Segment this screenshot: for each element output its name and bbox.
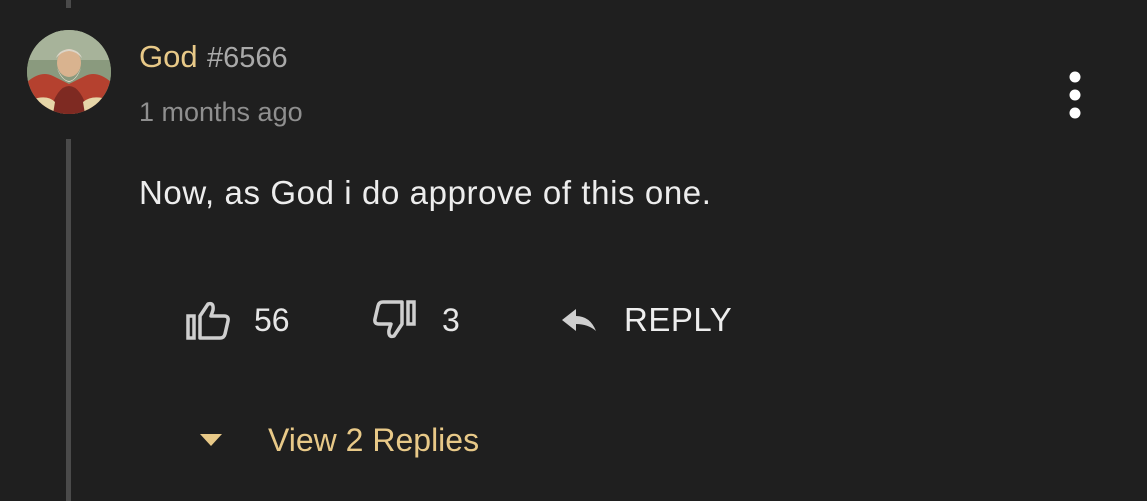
comment-timestamp: 1 months ago: [139, 97, 303, 127]
like-count: 56: [254, 301, 290, 338]
thumbs-down-icon: [372, 300, 420, 340]
view-replies-label: View 2 Replies: [268, 421, 480, 458]
thumbs-up-icon: [184, 300, 232, 340]
author-tag: #6566: [207, 42, 288, 74]
author-name[interactable]: God: [139, 39, 198, 75]
dislike-count: 3: [442, 301, 460, 338]
like-button[interactable]: 56: [184, 298, 290, 342]
reply-label: REPLY: [624, 301, 733, 338]
reply-button[interactable]: REPLY: [560, 298, 732, 342]
dislike-button[interactable]: 3: [372, 298, 460, 342]
comment-text: Now, as God i do approve of this one.: [139, 174, 712, 211]
thread-line: [66, 139, 71, 501]
more-options-button[interactable]: [1058, 70, 1092, 120]
reply-arrow-icon: [560, 305, 598, 335]
vertical-dots-icon: [1069, 71, 1081, 119]
caret-down-icon: [198, 432, 224, 448]
view-replies-toggle[interactable]: View 2 Replies: [198, 418, 479, 462]
avatar[interactable]: [27, 30, 111, 114]
thread-line-top: [66, 0, 71, 8]
